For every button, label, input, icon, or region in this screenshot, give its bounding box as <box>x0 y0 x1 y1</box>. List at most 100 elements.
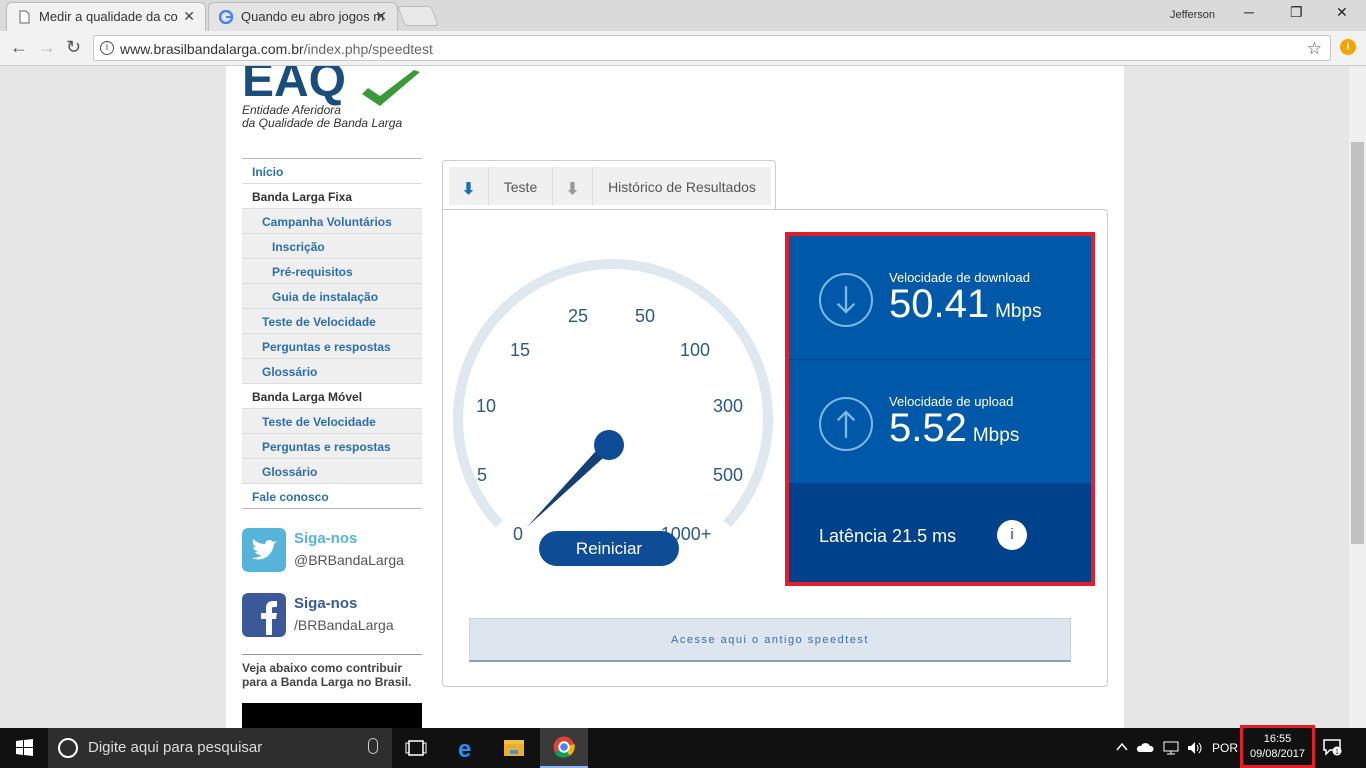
menu-item-teste-velocidade-fixa[interactable]: Teste de Velocidade <box>242 309 422 334</box>
url-domain: www.brasilbandalarga.com.br <box>120 41 304 57</box>
google-icon <box>219 10 233 24</box>
tab-teste[interactable]: Teste <box>489 167 553 205</box>
info-icon[interactable]: i <box>997 520 1027 550</box>
menu-header-banda-larga-movel: Banda Larga Móvel <box>242 384 422 409</box>
menu-item-teste-velocidade-movel[interactable]: Teste de Velocidade <box>242 409 422 434</box>
tab-historico[interactable]: Histórico de Resultados <box>593 167 771 205</box>
social-handle[interactable]: @BRBandaLarga <box>294 552 404 568</box>
contribute-text: Veja abaixo como contribuir para a Banda… <box>242 654 422 689</box>
menu-item-guia-instalacao[interactable]: Guia de instalação <box>242 284 422 309</box>
social-title[interactable]: Siga-nos <box>294 595 357 612</box>
taskbar-clock[interactable]: 16:55 09/08/2017 <box>1240 725 1315 768</box>
tab-title: Quando eu abro jogos m <box>241 9 385 24</box>
bookmark-star-icon[interactable]: ☆ <box>1307 39 1322 59</box>
browser-tab-active[interactable]: Medir a qualidade da co ✕ <box>6 2 206 31</box>
menu-item-perguntas-movel[interactable]: Perguntas e respostas <box>242 434 422 459</box>
download-arrow-icon: ⬇ <box>565 181 580 198</box>
gauge-label-0: 0 <box>513 524 523 544</box>
close-tab-icon[interactable]: ✕ <box>375 8 387 25</box>
site-info-icon[interactable]: i <box>100 41 114 55</box>
address-bar[interactable]: i www.brasilbandalarga.com.br/index.php/… <box>93 35 1331 61</box>
browser-tab[interactable]: Quando eu abro jogos m ✕ <box>208 2 398 31</box>
cortana-icon <box>58 738 78 758</box>
side-menu: Início Banda Larga Fixa Campanha Voluntá… <box>242 158 422 509</box>
new-tab-button[interactable] <box>397 6 439 26</box>
forward-icon[interactable]: → <box>38 37 56 58</box>
latency-text: Latência 21.5 ms <box>819 526 957 546</box>
profile-name[interactable]: Jefferson <box>1170 9 1215 21</box>
update-alert-icon[interactable]: ! <box>1340 39 1356 55</box>
social-title[interactable]: Siga-nos <box>294 530 357 547</box>
gauge-label-25: 25 <box>568 306 588 326</box>
tab-strip: Medir a qualidade da co ✕ Quando eu abro… <box>0 0 1366 31</box>
action-center-icon[interactable]: 1 <box>1322 738 1342 756</box>
restart-button[interactable]: Reiniciar <box>539 531 679 566</box>
back-icon[interactable]: ← <box>10 37 28 58</box>
speedtest-tabs: ⬇ Teste ⬇ Histórico de Resultados <box>442 160 776 210</box>
embedded-media[interactable] <box>242 703 422 728</box>
gauge-label-50: 50 <box>635 306 655 326</box>
browser-toolbar: ← → ↻ i www.brasilbandalarga.com.br/inde… <box>0 31 1366 66</box>
twitter-icon <box>242 528 286 572</box>
minimize-icon[interactable]: ─ <box>1244 4 1254 20</box>
speedtest-panel: 0 5 10 15 25 50 100 300 500 1000+ Reinic… <box>442 209 1108 687</box>
download-result: Velocidade de download 50.41 Mbps <box>789 236 1091 359</box>
onedrive-icon[interactable] <box>1136 740 1154 754</box>
social-handle[interactable]: /BRBandaLarga <box>294 617 394 633</box>
restore-icon[interactable]: ❐ <box>1290 4 1303 21</box>
menu-item-inicio[interactable]: Início <box>242 159 422 184</box>
close-window-icon[interactable]: ✕ <box>1336 4 1348 21</box>
edge-icon[interactable]: e <box>440 728 488 768</box>
logo-text: EAQ <box>242 66 346 107</box>
close-tab-icon[interactable]: ✕ <box>183 8 195 25</box>
menu-item-glossario-movel[interactable]: Glossário <box>242 459 422 484</box>
facebook-follow[interactable]: Siga-nos /BRBandaLarga <box>242 593 422 643</box>
results-box: Velocidade de download 50.41 Mbps Velocid… <box>785 232 1095 586</box>
gauge-label-500: 500 <box>713 465 743 485</box>
menu-item-perguntas-fixa[interactable]: Perguntas e respostas <box>242 334 422 359</box>
browser-chrome: Medir a qualidade da co ✕ Quando eu abro… <box>0 0 1366 66</box>
tab-historico-icon[interactable]: ⬇ <box>553 167 593 205</box>
page-content: EAQ Entidade Aferidora da Qualidade de B… <box>226 66 1124 728</box>
clock-date: 09/08/2017 <box>1249 748 1306 760</box>
gauge-label-300: 300 <box>713 396 743 416</box>
arrow-down-circle-icon <box>819 273 873 327</box>
gauge-label-5: 5 <box>477 465 487 485</box>
facebook-icon <box>242 593 286 637</box>
logo-subtitle: Entidade Aferidora da Qualidade de Banda… <box>242 103 403 130</box>
tab-teste-icon[interactable]: ⬇ <box>449 167 489 205</box>
old-speedtest-link[interactable]: Acesse aqui o antigo speedtest <box>469 618 1071 662</box>
url-path: /index.php/speedtest <box>303 41 433 57</box>
chrome-icon[interactable] <box>540 728 588 768</box>
gauge-label-100: 100 <box>680 340 710 360</box>
twitter-follow[interactable]: Siga-nos @BRBandaLarga <box>242 528 422 578</box>
notification-count: 1 <box>1335 749 1339 756</box>
gauge-label-15: 15 <box>510 340 530 360</box>
windows-start-icon[interactable] <box>0 728 48 768</box>
menu-item-campanha-voluntarios[interactable]: Campanha Voluntários <box>242 209 422 234</box>
upload-result: Velocidade de upload 5.52 Mbps <box>789 360 1091 483</box>
task-view-icon[interactable] <box>392 728 440 768</box>
download-value: 50.41 Mbps <box>889 282 1042 326</box>
reload-icon[interactable]: ↻ <box>66 37 81 58</box>
menu-item-fale-conosco[interactable]: Fale conosco <box>242 484 422 509</box>
menu-item-inscricao[interactable]: Inscrição <box>242 234 422 259</box>
language-indicator[interactable]: POR <box>1212 741 1238 755</box>
microphone-icon[interactable] <box>368 738 378 754</box>
menu-item-glossario-fixa[interactable]: Glossário <box>242 359 422 384</box>
volume-icon[interactable] <box>1186 740 1204 756</box>
menu-item-pre-requisitos[interactable]: Pré-requisitos <box>242 259 422 284</box>
taskbar-search[interactable]: Digite aqui para pesquisar <box>48 728 392 768</box>
menu-header-banda-larga-fixa: Banda Larga Fixa <box>242 184 422 209</box>
gauge-hub <box>594 430 624 460</box>
upload-value: 5.52 Mbps <box>889 406 1020 450</box>
scrollbar-thumb[interactable] <box>1351 142 1364 544</box>
page-scrollbar[interactable] <box>1349 66 1366 728</box>
clock-time: 16:55 <box>1263 733 1292 745</box>
chevron-up-icon[interactable] <box>1115 740 1129 754</box>
svg-text:e: e <box>458 736 471 763</box>
tab-title: Medir a qualidade da co <box>39 9 178 24</box>
download-arrow-icon: ⬇ <box>461 181 476 198</box>
network-icon[interactable] <box>1162 740 1180 756</box>
file-explorer-icon[interactable] <box>490 728 538 768</box>
